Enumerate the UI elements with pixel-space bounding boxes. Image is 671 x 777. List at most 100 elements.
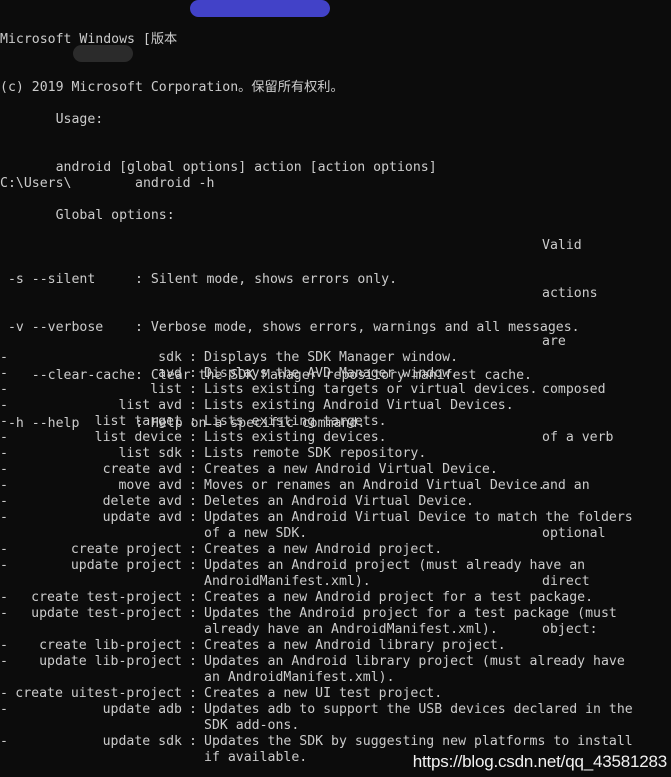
action-name: list target: [94, 414, 182, 429]
action-name: list sdk: [118, 446, 182, 461]
action-row: - update adb: Updates adb to support the U…: [0, 702, 671, 718]
usage-heading-text: Usage:: [55, 112, 104, 127]
action-description-continuation: of a new SDK.: [204, 526, 308, 541]
action-separator: :: [189, 382, 197, 397]
action-name: list: [150, 382, 182, 397]
action-separator: :: [189, 638, 197, 653]
action-separator: :: [189, 494, 197, 509]
action-row: - update avd: Updates an Android Virtual D…: [0, 510, 671, 526]
action-bullet: -: [0, 542, 8, 557]
action-name: update adb: [102, 702, 182, 717]
option-indent: [0, 320, 8, 335]
action-bullet: -: [0, 462, 8, 477]
valid-actions-line: are: [542, 334, 566, 349]
action-description: Updates adb to support the USB devices d…: [204, 702, 633, 717]
valid-actions-line: actions: [542, 286, 598, 301]
action-row: - sdk: Displays the SDK Manager window.: [0, 350, 671, 366]
option-indent: [0, 272, 8, 287]
action-separator: :: [189, 510, 197, 525]
action-name: create avd: [102, 462, 182, 477]
usage-syntax-indent: [0, 160, 56, 175]
action-separator: :: [189, 462, 197, 477]
action-bullet: -: [0, 734, 8, 749]
action-bullet: -: [0, 366, 8, 381]
usage-syntax: android [global options] action [action …: [0, 160, 671, 176]
action-description: Lists existing Android Virtual Devices.: [204, 398, 514, 413]
option-separator: :: [135, 320, 151, 335]
action-description: Updates an Android Virtual Device to mat…: [204, 510, 633, 525]
option-description: Verbose mode, shows errors, warnings and…: [150, 320, 580, 335]
option-separator: :: [135, 272, 151, 287]
action-description: Updates an Android library project (must…: [204, 654, 625, 669]
action-name: update sdk: [102, 734, 182, 749]
action-separator: :: [189, 398, 197, 413]
action-description: Updates the Android project for a test p…: [204, 606, 617, 621]
action-separator: :: [189, 702, 197, 717]
action-separator: :: [189, 590, 197, 605]
action-separator: :: [189, 414, 197, 429]
action-bullet: -: [0, 398, 8, 413]
action-bullet: -: [0, 478, 8, 493]
action-row: - move avd: Moves or renames an Android Vi…: [0, 478, 671, 494]
action-row: - create test-project: Creates a new Andro…: [0, 590, 671, 606]
action-row: - create lib-project: Creates a new Androi…: [0, 638, 671, 654]
terminal-console[interactable]: Microsoft Windows [版本 (c) 2019 Microsoft…: [0, 0, 671, 777]
action-bullet: -: [0, 702, 8, 717]
action-description: Displays the AVD Manager window.: [204, 366, 459, 381]
action-row: - create uitest-project: Creates a new UI …: [0, 686, 671, 702]
usage-syntax-text: android [global options] action [action …: [55, 160, 437, 175]
action-name: move avd: [118, 478, 182, 493]
action-bullet: -: [0, 446, 8, 461]
action-row: - list avd: Lists existing Android Virtual…: [0, 398, 671, 414]
action-description: Deletes an Android Virtual Device.: [204, 494, 474, 509]
action-name: update avd: [102, 510, 182, 525]
action-description: Creates a new Android library project.: [204, 638, 506, 653]
action-name: update test-project: [31, 606, 182, 621]
action-list: - sdk: Displays the SDK Manager window. - av…: [0, 350, 671, 766]
action-row: - update test-project: Updates the Android…: [0, 606, 671, 622]
option-flags: -v --verbose: [7, 320, 135, 335]
action-bullet: -: [0, 382, 8, 397]
action-description: Creates a new Android project.: [204, 542, 443, 557]
action-description-continuation: an AndroidManifest.xml).: [204, 670, 395, 685]
option-flags: -s --silent: [7, 272, 135, 287]
action-bullet: -: [0, 558, 8, 573]
action-description: Displays the SDK Manager window.: [204, 350, 459, 365]
watermark-url: https://blog.csdn.net/qq_43581283: [412, 752, 667, 771]
action-description-continuation: AndroidManifest.xml).: [204, 574, 371, 589]
action-row: - update lib-project: Updates an Android l…: [0, 654, 671, 670]
option-description: Silent mode, shows errors only.: [150, 272, 398, 287]
action-name: create lib-project: [39, 638, 182, 653]
action-name: create project: [70, 542, 182, 557]
usage-heading: Usage:: [0, 112, 671, 128]
action-name: create test-project: [31, 590, 182, 605]
action-name: update project: [70, 558, 182, 573]
redaction-bar-username: [73, 45, 133, 62]
usage-indent: [0, 112, 56, 127]
action-description: Creates a new Android project for a test…: [204, 590, 594, 605]
valid-actions-line: Valid: [542, 238, 582, 253]
action-row: - delete avd: Deletes an Android Virtual D…: [0, 494, 671, 510]
action-separator: :: [189, 734, 197, 749]
action-row: - avd: Displays the AVD Manager window.: [0, 366, 671, 382]
global-options-heading-text: Global options:: [55, 208, 175, 223]
action-bullet: -: [0, 654, 8, 669]
action-description: Lists existing targets or virtual device…: [204, 382, 538, 397]
action-name: create uitest-project: [15, 686, 182, 701]
action-bullet: -: [0, 414, 8, 429]
action-row: - list sdk: Lists remote SDK repository.: [0, 446, 671, 462]
action-bullet: -: [0, 590, 8, 605]
global-options-indent: [0, 208, 56, 223]
action-name: update lib-project: [39, 654, 182, 669]
action-separator: :: [189, 350, 197, 365]
action-description: Creates a new UI test project.: [204, 686, 443, 701]
action-bullet: -: [0, 430, 8, 445]
action-row: - create avd: Creates a new Android Virtua…: [0, 462, 671, 478]
action-name: sdk: [158, 350, 182, 365]
action-row: - update project: Updates an Android proje…: [0, 558, 671, 574]
action-bullet: -: [0, 638, 8, 653]
action-separator: :: [189, 654, 197, 669]
action-description: Lists existing targets.: [204, 414, 387, 429]
action-separator: :: [189, 686, 197, 701]
action-name: list avd: [118, 398, 182, 413]
